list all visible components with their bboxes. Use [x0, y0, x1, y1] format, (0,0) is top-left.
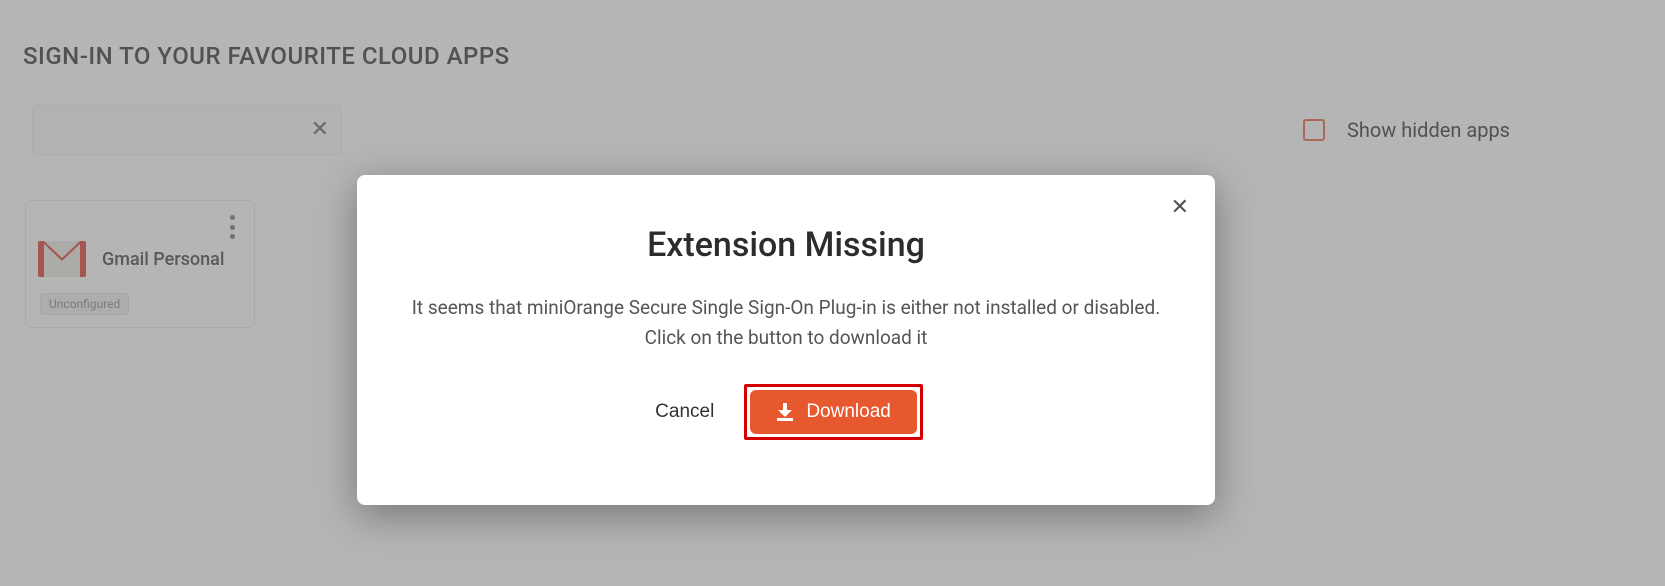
download-button-label: Download — [806, 401, 891, 423]
cancel-button[interactable]: Cancel — [649, 391, 720, 433]
modal-body-line2: Click on the button to download it — [645, 326, 928, 349]
modal-body-line1: It seems that miniOrange Secure Single S… — [412, 296, 1160, 319]
modal-title: Extension Missing — [397, 225, 1175, 265]
close-icon[interactable]: ✕ — [1171, 197, 1189, 219]
download-button-highlight: Download — [744, 384, 923, 440]
extension-missing-modal: ✕ Extension Missing It seems that miniOr… — [357, 175, 1215, 505]
modal-body: It seems that miniOrange Secure Single S… — [397, 293, 1175, 354]
download-icon — [776, 403, 794, 421]
page-root: SIGN-IN TO YOUR FAVOURITE CLOUD APPS ✕ S… — [0, 0, 1665, 586]
download-button[interactable]: Download — [750, 390, 917, 434]
modal-actions: Cancel Download — [397, 384, 1175, 440]
